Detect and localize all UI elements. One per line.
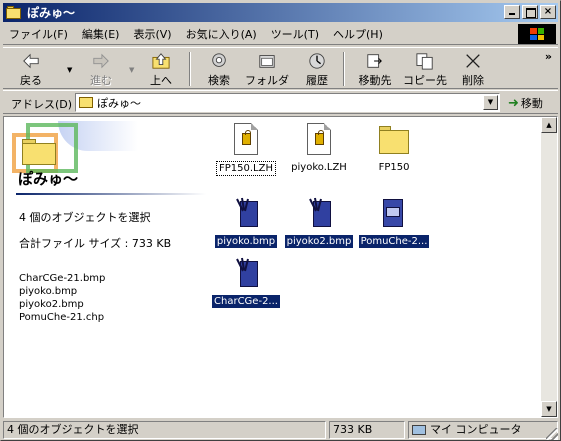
resize-grip-icon[interactable] <box>546 428 558 440</box>
bmp-image-icon <box>234 257 268 291</box>
status-selection: 4 個のオブジェクトを選択 <box>3 421 326 439</box>
scroll-up-icon[interactable]: ▲ <box>541 117 557 133</box>
address-input[interactable]: ぽみゅ〜 ▼ <box>75 93 500 112</box>
status-size: 733 KB <box>329 421 405 439</box>
address-label: アドレス(D) <box>11 98 73 111</box>
total-size: 合計ファイル サイズ : 733 KB <box>19 237 172 250</box>
menu-view[interactable]: 表示(V) <box>133 26 171 42</box>
folder-title: ぽみゅ〜 <box>18 170 79 188</box>
go-button[interactable]: ➜ 移動 <box>508 95 543 111</box>
file-label: FP150.LZH <box>216 161 276 176</box>
forward-arrow-icon <box>93 53 109 69</box>
file-item-piyoko-bmp[interactable]: piyoko.bmp <box>206 197 286 248</box>
address-dropdown-icon[interactable]: ▼ <box>483 95 498 110</box>
copy-to-icon <box>416 53 433 70</box>
search-button[interactable]: 検索 <box>199 50 239 88</box>
up-button[interactable]: 上へ <box>143 50 179 88</box>
toolbar-more-chevron-icon[interactable]: » <box>545 50 552 63</box>
menu-bar: ファイル(F) 編集(E) 表示(V) お気に入り(A) ツール(T) ヘルプ(… <box>3 23 558 45</box>
folders-label: フォルダ <box>245 74 289 87</box>
back-dropdown-icon[interactable]: ▼ <box>67 66 72 74</box>
forward-label: 進む <box>90 74 112 87</box>
move-to-button[interactable]: 移動先 <box>353 50 397 88</box>
history-button[interactable]: 履歴 <box>299 50 335 88</box>
vertical-scrollbar[interactable]: ▲ ▼ <box>541 117 557 417</box>
back-label: 戻る <box>20 74 42 87</box>
history-icon <box>309 53 325 69</box>
go-label: 移動 <box>520 97 543 110</box>
search-label: 検索 <box>208 74 230 87</box>
menu-tools[interactable]: ツール(T) <box>271 26 319 42</box>
standard-toolbar: 戻る ▼ 進む ▼ 上へ 検索 フォルダ 履歴 移動先 コピー先 削除 » <box>3 47 558 89</box>
title-divider <box>16 193 206 195</box>
delete-label: 削除 <box>462 74 484 87</box>
forward-dropdown-icon[interactable]: ▼ <box>129 66 134 74</box>
status-zone: マイ コンピュータ <box>408 421 558 439</box>
folder-icon <box>6 6 22 19</box>
list-item: CharCGe-21.bmp <box>19 273 106 284</box>
windows-logo-icon <box>518 24 556 44</box>
history-label: 履歴 <box>306 74 328 87</box>
window-title: ぽみゅ〜 <box>27 6 76 20</box>
file-label: piyoko2.bmp <box>284 235 354 248</box>
forward-button[interactable]: 進む <box>83 50 119 88</box>
lzh-archive-icon <box>302 123 336 157</box>
address-bar: アドレス(D) ぽみゅ〜 ▼ ➜ 移動 <box>3 90 558 114</box>
explorer-window: ぽみゅ〜 × ファイル(F) 編集(E) 表示(V) お気に入り(A) ツール(… <box>0 0 561 441</box>
bmp-image-icon <box>307 197 341 231</box>
status-zone-label: マイ コンピュータ <box>430 423 522 436</box>
folders-icon <box>259 55 275 68</box>
copy-to-label: コピー先 <box>403 74 447 87</box>
file-item-pomuche-chp[interactable]: PomuChe-2... <box>354 197 434 248</box>
file-label: PomuChe-2... <box>358 235 430 248</box>
file-item-piyoko-lzh[interactable]: piyoko.LZH <box>279 123 359 174</box>
address-value: ぽみゅ〜 <box>97 96 141 110</box>
move-to-label: 移動先 <box>358 74 392 87</box>
menu-favorites[interactable]: お気に入り(A) <box>186 26 257 42</box>
search-icon <box>212 53 226 67</box>
list-item: piyoko.bmp <box>19 286 78 297</box>
menu-file[interactable]: ファイル(F) <box>9 26 68 42</box>
file-item-piyoko2-bmp[interactable]: piyoko2.bmp <box>279 197 359 248</box>
menu-edit[interactable]: 編集(E) <box>82 26 120 42</box>
folder-large-icon <box>22 139 56 165</box>
file-view[interactable]: ぽみゅ〜 4 個のオブジェクトを選択 合計ファイル サイズ : 733 KB C… <box>3 116 558 418</box>
go-arrow-icon: ➜ <box>508 95 519 111</box>
chp-file-icon <box>377 197 411 231</box>
bmp-image-icon <box>234 197 268 231</box>
selection-count: 4 個のオブジェクトを選択 <box>19 211 151 224</box>
folder-icon <box>79 97 93 108</box>
folder-icon <box>377 123 411 157</box>
maximize-button[interactable] <box>522 5 538 19</box>
selected-files-list: CharCGe-21.bmp piyoko.bmp piyoko2.bmp Po… <box>19 272 105 324</box>
folders-button[interactable]: フォルダ <box>245 50 289 88</box>
back-button[interactable]: 戻る <box>13 50 49 88</box>
file-label: piyoko.LZH <box>291 162 347 173</box>
list-item: PomuChe-21.chp <box>19 312 105 323</box>
delete-button[interactable]: 削除 <box>455 50 491 88</box>
file-label: CharCGe-2... <box>212 295 280 308</box>
computer-icon <box>412 425 426 435</box>
title-bar[interactable]: ぽみゅ〜 × <box>3 3 558 22</box>
file-item-charcge-bmp[interactable]: CharCGe-2... <box>206 257 286 308</box>
minimize-button[interactable] <box>504 5 520 19</box>
delete-icon <box>466 54 480 68</box>
list-item: piyoko2.bmp <box>19 299 84 310</box>
file-label: piyoko.bmp <box>214 235 278 248</box>
back-arrow-icon <box>23 53 39 69</box>
up-label: 上へ <box>150 74 172 87</box>
up-folder-icon <box>152 53 170 69</box>
file-item-fp150-folder[interactable]: FP150 <box>354 123 434 174</box>
lzh-archive-icon <box>229 123 263 157</box>
file-label: FP150 <box>378 162 410 173</box>
copy-to-button[interactable]: コピー先 <box>401 50 449 88</box>
status-bar: 4 個のオブジェクトを選択 733 KB マイ コンピュータ <box>3 420 558 440</box>
close-button[interactable]: × <box>540 5 556 19</box>
scroll-down-icon[interactable]: ▼ <box>541 401 557 417</box>
menu-help[interactable]: ヘルプ(H) <box>333 26 383 42</box>
move-to-icon <box>367 54 382 68</box>
file-item-fp150-lzh[interactable]: FP150.LZH <box>206 123 286 176</box>
